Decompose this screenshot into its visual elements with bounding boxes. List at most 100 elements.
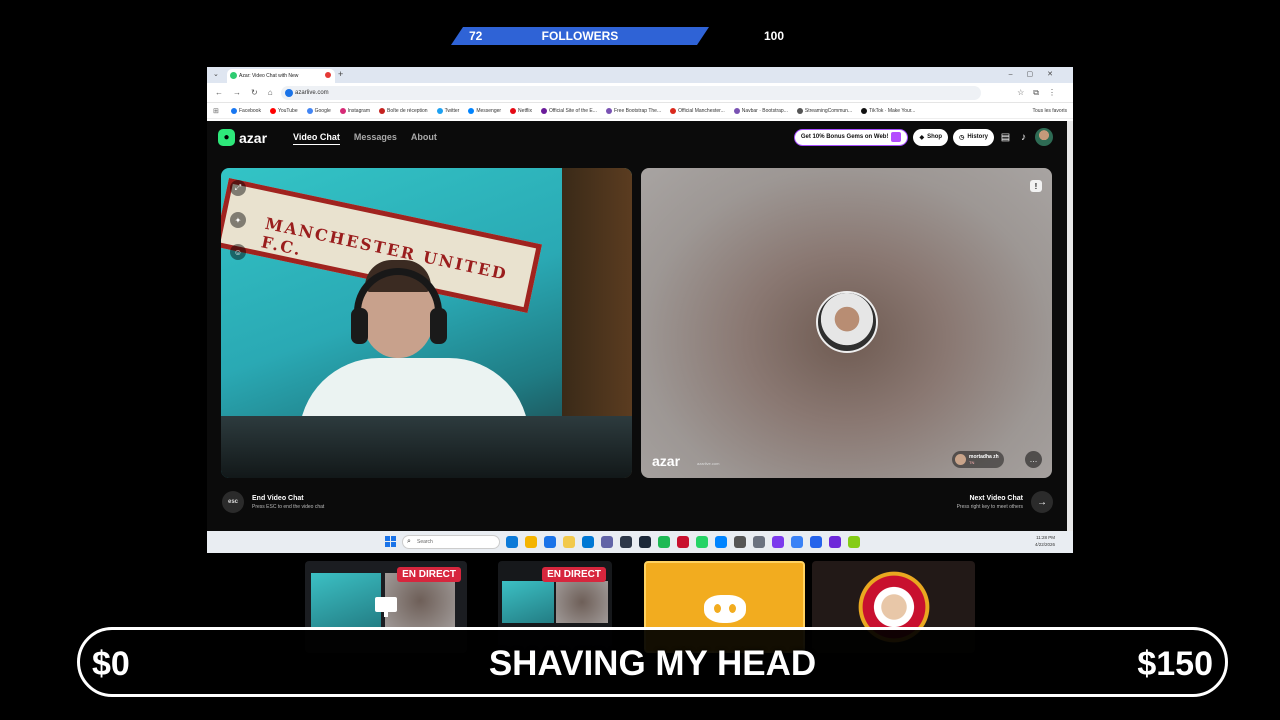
bookmark-item[interactable]: Google (306, 107, 331, 114)
bookmark-favicon-icon (269, 107, 276, 114)
end-video-chat-control[interactable]: esc End Video Chat Press ESC to end the … (222, 491, 324, 513)
navigation-buttons[interactable]: ←→↻⌂ (215, 88, 283, 97)
partner-info-chip[interactable]: mortadha zh TN (952, 451, 1004, 468)
tab-azar[interactable]: Azar: Video Chat with New (227, 69, 335, 83)
taskbar-app-icon[interactable] (810, 536, 822, 548)
bookmark-favicon-icon (540, 107, 547, 114)
azar-watermark: azar (652, 453, 681, 469)
expand-icon[interactable]: ⤢ (230, 180, 246, 196)
gem-icon: ◆ (919, 134, 925, 141)
camera-tools: ⤢ ✦ ☺ (230, 180, 246, 260)
followers-title: FOLLOWERS (541, 29, 619, 43)
next-chat-hint: Press right key to meet others (956, 503, 1023, 510)
nav-about[interactable]: About (411, 132, 437, 145)
bookmark-item[interactable]: Boîte de réception (378, 107, 428, 114)
taskbar-app-icon[interactable] (506, 536, 518, 548)
bookmark-item[interactable]: Instagram (339, 107, 370, 114)
taskbar-app-icon[interactable] (525, 536, 537, 548)
azar-favicon-icon (230, 72, 237, 79)
esc-key-icon[interactable]: esc (222, 491, 244, 513)
bookmark-item[interactable]: Twitter (436, 107, 459, 114)
taskbar-app-icon[interactable] (848, 536, 860, 548)
taskbar-app-icon[interactable] (563, 536, 575, 548)
taskbar-app-icon[interactable] (582, 536, 594, 548)
profile-avatar[interactable] (1035, 128, 1053, 146)
taskbar-app-icon[interactable] (829, 536, 841, 548)
taskbar-app-icon[interactable] (791, 536, 803, 548)
nav-video-chat[interactable]: Video Chat (293, 132, 340, 145)
bookmark-item[interactable]: TikTok · Make Your... (861, 107, 915, 114)
new-tab-button[interactable]: + (338, 69, 343, 79)
bookmark-item[interactable]: Messenger (468, 107, 501, 114)
apps-grid-icon[interactable]: ⊞ (213, 107, 219, 115)
taskbar-app-icon[interactable] (639, 536, 651, 548)
nav-messages[interactable]: Messages (354, 132, 397, 145)
site-info-icon[interactable] (285, 89, 293, 97)
sticker-icon[interactable]: ☺ (230, 244, 246, 260)
chat-bubble-icon[interactable]: … (1025, 451, 1042, 468)
bookmark-favicon-icon (605, 107, 612, 114)
taskbar-app-icon[interactable] (620, 536, 632, 548)
history-label: History (967, 134, 988, 140)
bonus-gems-button[interactable]: Get 10% Bonus Gems on Web! (793, 128, 909, 146)
goal-target-amount: $150 (1137, 645, 1213, 683)
azar-logo[interactable]: ● azar (218, 129, 267, 146)
bookmark-item[interactable]: Netflix (510, 107, 532, 114)
bookmark-item[interactable]: YouTube (269, 107, 298, 114)
tab-search-icon[interactable]: ⌄ (213, 70, 219, 78)
window-controls[interactable]: –▢✕ (1009, 70, 1067, 78)
end-chat-hint: Press ESC to end the video chat (252, 503, 325, 510)
taskbar-app-icon[interactable] (544, 536, 556, 548)
arrow-right-icon[interactable]: → (1031, 491, 1053, 513)
bonus-gems-label: Get 10% Bonus Gems on Web! (800, 134, 889, 140)
headset-left-cup (351, 308, 368, 344)
tab-title: Azar: Video Chat with New (239, 73, 299, 79)
taskbar-apps (506, 536, 860, 548)
goal-title: SHAVING MY HEAD (488, 644, 817, 683)
bookmark-favicon-icon (510, 107, 517, 114)
taskbar-app-icon[interactable] (601, 536, 613, 548)
shop-label: Shop (927, 134, 943, 140)
bookmark-favicon-icon (436, 107, 443, 114)
all-bookmarks-link[interactable]: Tous les favoris (1029, 108, 1067, 114)
address-bar-row: ←→↻⌂ azarlive.com ☆⧉⋮ (207, 83, 1073, 103)
bell-icon[interactable]: ♪ (1017, 131, 1030, 144)
taskbar-search[interactable]: ⌕ Search (402, 535, 500, 549)
bookmark-item[interactable]: Facebook (231, 107, 261, 114)
bookmark-item[interactable]: Free Bootstrap The... (605, 107, 661, 114)
discord-icon (704, 591, 746, 623)
toolbar-icons[interactable]: ☆⧉⋮ (1017, 88, 1065, 98)
taskbar-app-icon[interactable] (658, 536, 670, 548)
bookmark-item[interactable]: Official Site of the E... (540, 107, 597, 114)
close-tab-icon[interactable] (325, 72, 331, 78)
taskbar-app-icon[interactable] (715, 536, 727, 548)
live-badge: EN DIRECT (397, 567, 461, 582)
bookmark-item[interactable]: Navbar · Bootstrap... (733, 107, 788, 114)
report-icon[interactable]: ! (1030, 180, 1042, 192)
taskbar-app-icon[interactable] (753, 536, 765, 548)
bookmark-item[interactable]: StreamingCommun... (796, 107, 852, 114)
bookmark-favicon-icon (378, 107, 385, 114)
bookmarks-bar: ⊞ Facebook YouTube Google Instagram Boît… (207, 103, 1073, 119)
partner-chip-avatar (955, 454, 966, 465)
url-field[interactable]: azarlive.com (281, 86, 981, 100)
next-video-chat-control[interactable]: Next Video Chat Press right key to meet … (957, 491, 1053, 513)
taskbar-app-icon[interactable] (772, 536, 784, 548)
windows-start-icon[interactable] (385, 536, 396, 547)
bookmark-favicon-icon (231, 107, 237, 114)
page-scrollbar[interactable] (1067, 121, 1073, 531)
shop-button[interactable]: ◆ Shop (913, 128, 949, 146)
history-button[interactable]: ◷ History (953, 128, 994, 146)
bookmark-item[interactable]: Official Manchester... (670, 107, 725, 114)
inbox-icon[interactable]: ▤ (999, 131, 1012, 144)
mini-partner-feed (556, 581, 608, 623)
donation-goal-bar: $0 SHAVING MY HEAD $150 (77, 627, 1228, 697)
taskbar-app-icon[interactable] (677, 536, 689, 548)
headset-right-cup (430, 308, 447, 344)
taskbar-app-icon[interactable] (734, 536, 746, 548)
azar-logo-icon: ● (218, 129, 235, 146)
taskbar-clock[interactable]: 11:28 PM 4/22/2026 (1035, 534, 1055, 548)
taskbar-app-icon[interactable] (696, 536, 708, 548)
partner-avatar (816, 291, 878, 353)
magic-wand-icon[interactable]: ✦ (230, 212, 246, 228)
